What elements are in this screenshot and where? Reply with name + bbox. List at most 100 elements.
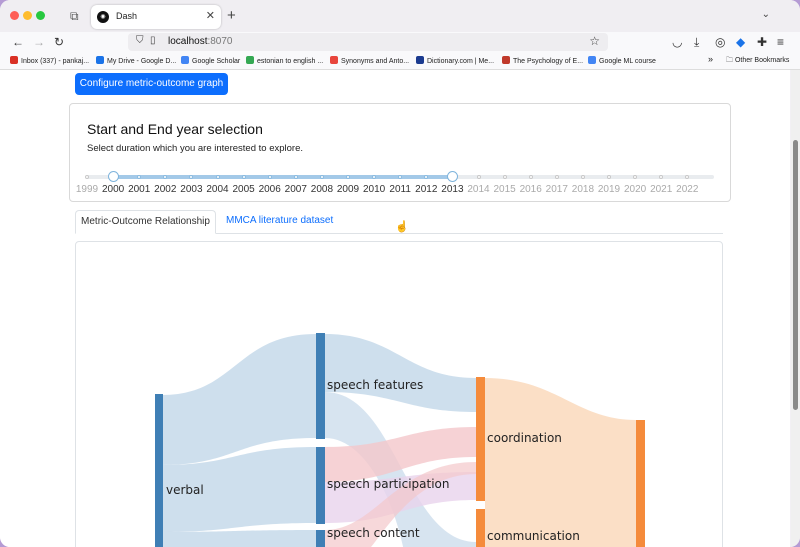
bookmark-label: estonian to english ... xyxy=(257,58,324,65)
sankey-chart-container: verbal speech features speech participat… xyxy=(75,241,723,547)
slider-tick-dot[interactable] xyxy=(293,175,298,179)
node-outcome[interactable] xyxy=(636,420,645,547)
slider-tick-dot[interactable] xyxy=(241,175,246,179)
back-icon[interactable]: ← xyxy=(12,35,24,49)
browser-window: ⧉ ◉ Dash ✕ + ⌄ ← → ↻ ⛉ ▯ localhost:8070 … xyxy=(0,0,800,547)
slider-tick-dot[interactable] xyxy=(346,175,350,179)
url-text[interactable]: localhost:8070 xyxy=(168,36,233,47)
google-icon xyxy=(588,56,596,64)
url-host: localhost xyxy=(168,36,208,47)
bookmark-label: Dictionary.com | Me... xyxy=(427,58,495,65)
downloads-icon[interactable]: ⤓ xyxy=(694,35,699,50)
shield-icon[interactable]: ⛉ xyxy=(136,35,144,46)
node-coordination[interactable] xyxy=(476,377,485,501)
node-verbal[interactable] xyxy=(155,394,163,547)
tab-mmca-dataset[interactable]: MMCA literature dataset xyxy=(226,210,333,234)
navigation-bar: ← → ↻ ⛉ ▯ localhost:8070 ☆ ◡ ⤓ ◎ ◆ ✚ ≡ xyxy=(0,32,800,52)
node-label-communication: communication xyxy=(487,529,580,543)
slider-tick-dot[interactable] xyxy=(554,175,559,179)
folder-icon: 🗀 xyxy=(726,57,735,64)
node-label-speech-features: speech features xyxy=(327,378,423,392)
node-speech-participation[interactable] xyxy=(316,447,325,524)
range-end-handle[interactable] xyxy=(446,171,458,182)
dictionary-icon xyxy=(416,56,424,64)
browser-tab[interactable]: ◉ Dash ✕ xyxy=(91,5,221,29)
tab-metric-outcome[interactable]: Metric-Outcome Relationship xyxy=(75,210,216,234)
url-port: :8070 xyxy=(207,36,233,47)
bookmark-item[interactable]: My Drive - Google D... xyxy=(96,56,176,65)
node-label-coordination: coordination xyxy=(487,431,562,445)
node-speech-features[interactable] xyxy=(316,333,325,439)
year-selection-card: Start and End year selection Select dura… xyxy=(69,103,731,202)
more-bookmarks-icon[interactable]: » xyxy=(708,54,713,64)
close-window-button[interactable] xyxy=(10,11,19,20)
slider-tick-dot[interactable] xyxy=(580,175,585,179)
bookmark-label: The Psychology of E... xyxy=(513,58,584,65)
thesaurus-icon xyxy=(330,56,338,64)
bookmark-favicon-icon xyxy=(502,56,510,64)
node-label-speech-content: speech content xyxy=(327,526,420,540)
dash-favicon-icon: ◉ xyxy=(97,11,109,23)
tab-bar: ⧉ ◉ Dash ✕ + ⌄ xyxy=(0,0,800,32)
drive-icon xyxy=(96,56,104,64)
year-label: 2022 xyxy=(676,184,699,195)
minimize-window-button[interactable] xyxy=(23,11,32,20)
close-tab-icon[interactable]: ✕ xyxy=(206,9,215,22)
tab-overview-icon[interactable]: ⧉ xyxy=(70,9,84,23)
reload-icon[interactable]: ↻ xyxy=(54,35,64,49)
bookmark-label: Google Scholar xyxy=(192,58,241,65)
account-icon[interactable]: ◎ xyxy=(715,35,725,49)
bookmark-item[interactable]: estonian to english ... xyxy=(246,56,323,65)
extension-icon[interactable]: ◆ xyxy=(736,35,745,49)
slider-tick-dot[interactable] xyxy=(215,175,220,179)
bookmark-item[interactable]: The Psychology of E... xyxy=(502,56,583,65)
slider-tick-dot[interactable] xyxy=(267,175,272,179)
bookmark-label: Google ML course xyxy=(599,58,656,65)
scrollbar-thumb[interactable] xyxy=(793,140,798,410)
page-content: Configure metric-outcome graph Start and… xyxy=(0,70,790,547)
node-communication[interactable] xyxy=(476,509,485,547)
link-coordination-outcome[interactable] xyxy=(485,378,636,547)
slider-tick-dot[interactable] xyxy=(319,175,324,179)
bookmark-label: Inbox (337) - pankaj... xyxy=(21,58,90,65)
bookmark-item[interactable]: Google ML course xyxy=(588,56,656,65)
bookmarks-bar: Inbox (337) - pankaj... My Drive - Googl… xyxy=(0,52,800,70)
slider-tick-dot[interactable] xyxy=(528,175,533,179)
pointer-cursor-icon: ☝ xyxy=(395,221,409,233)
link-verbal-speech-content[interactable] xyxy=(162,530,316,547)
node-speech-content[interactable] xyxy=(316,530,325,547)
slider-tick-dot[interactable] xyxy=(607,175,611,179)
configure-graph-button[interactable]: Configure metric-outcome graph xyxy=(75,73,228,95)
pocket-icon[interactable]: ◡ xyxy=(672,35,682,49)
node-label-speech-participation: speech participation xyxy=(327,477,449,491)
bookmark-item[interactable]: Synonyms and Anto... xyxy=(330,56,409,65)
chevron-down-icon[interactable]: ⌄ xyxy=(762,9,770,20)
extensions-puzzle-icon[interactable]: ✚ xyxy=(757,35,767,49)
address-bar[interactable]: ⛉ ▯ localhost:8070 ☆ xyxy=(128,33,608,51)
google-icon xyxy=(246,56,254,64)
bookmark-label: Synonyms and Anto... xyxy=(341,58,410,65)
node-label-verbal: verbal xyxy=(166,483,204,497)
scholar-icon xyxy=(181,56,189,64)
page-icon[interactable]: ▯ xyxy=(150,35,156,46)
card-subtitle: Select duration which you are interested… xyxy=(87,143,303,154)
menu-icon[interactable]: ≡ xyxy=(777,35,784,49)
maximize-window-button[interactable] xyxy=(36,11,45,20)
bookmark-item[interactable]: Dictionary.com | Me... xyxy=(416,56,494,65)
new-tab-icon[interactable]: + xyxy=(227,7,236,24)
slider-tick-dot[interactable] xyxy=(502,175,507,179)
sankey-chart: verbal speech features speech participat… xyxy=(155,333,645,547)
page-scrollbar[interactable] xyxy=(791,70,800,547)
range-start-handle[interactable] xyxy=(107,171,119,182)
slider-tick-dot[interactable] xyxy=(85,175,89,179)
slider-tick-dot[interactable] xyxy=(476,175,481,179)
bookmark-item[interactable]: Google Scholar xyxy=(181,56,240,65)
gmail-icon xyxy=(10,56,18,64)
other-bookmarks[interactable]: 🗀 Other Bookmarks xyxy=(726,56,789,67)
card-title: Start and End year selection xyxy=(87,121,263,137)
bookmark-star-icon[interactable]: ☆ xyxy=(589,34,600,48)
bookmark-item[interactable]: Inbox (337) - pankaj... xyxy=(10,56,89,65)
forward-icon[interactable]: → xyxy=(33,35,45,49)
other-bookmarks-label: Other Bookmarks xyxy=(734,57,790,64)
link-verbal-speech-features[interactable] xyxy=(162,334,316,465)
